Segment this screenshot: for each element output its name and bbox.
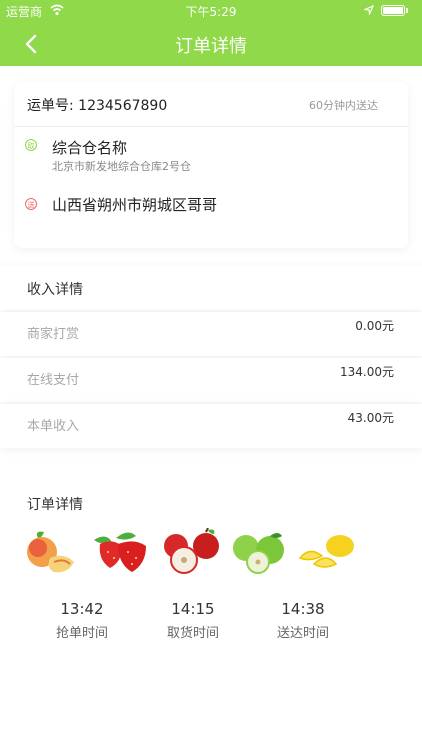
red-apple-image [164,528,219,574]
lemon-image [298,535,354,568]
order-card: 运单号: 1234567890 60分钟内送达 取 综合仓名称 北京市新发地综合… [14,82,408,248]
pickup-time-label: 取货时间 [166,626,219,641]
battery-tip [406,8,408,13]
deliver-time-label: 送达时间 [276,626,329,641]
waybill-number: 运单号: 1234567890 [27,98,168,114]
income-row: 商家打赏 0.00元 [0,312,422,356]
deliver-pin-icon: 送 [25,198,37,210]
status-bar: 运营商 下午5:29 [0,0,422,22]
time-block: 14:38 送达时间 [263,600,343,641]
income-title: 收入详情 [27,282,83,298]
card-divider [14,126,408,127]
nav-bar: 订单详情 [0,22,422,66]
battery-icon [381,5,405,16]
green-apple-image [233,533,284,574]
income-row-value: 43.00元 [347,411,394,425]
status-time: 下午5:29 [185,5,237,19]
income-row-value: 0.00元 [355,319,394,333]
detail-title: 订单详情 [27,497,83,513]
peach-image [27,531,74,573]
page-title: 订单详情 [175,36,247,57]
income-row: 在线支付 134.00元 [0,358,422,402]
warehouse-address: 北京市新发地综合仓库2号仓 [52,160,191,173]
location-arrow-icon [364,5,374,15]
pickup-time: 14:15 [171,600,215,618]
time-block: 13:42 抢单时间 [42,600,122,641]
income-row-label: 在线支付 [27,373,80,388]
income-row-label: 本单收入 [27,419,80,434]
destination-address: 山西省朔州市朔城区哥哥 [52,196,218,214]
income-row: 本单收入 43.00元 [0,404,422,448]
grab-time-label: 抢单时间 [55,626,108,641]
pickup-pin-icon: 取 [25,139,37,151]
income-row-value: 134.00元 [340,365,394,379]
strawberry-image [94,532,146,572]
grab-time: 13:42 [60,600,104,618]
warehouse-name: 综合仓名称 [52,139,128,157]
income-header: 收入详情 [0,266,422,310]
eta-label: 60分钟内送达 [309,99,378,112]
time-block: 14:15 取货时间 [153,600,233,641]
income-row-label: 商家打赏 [27,327,80,342]
deliver-time: 14:38 [281,600,325,618]
